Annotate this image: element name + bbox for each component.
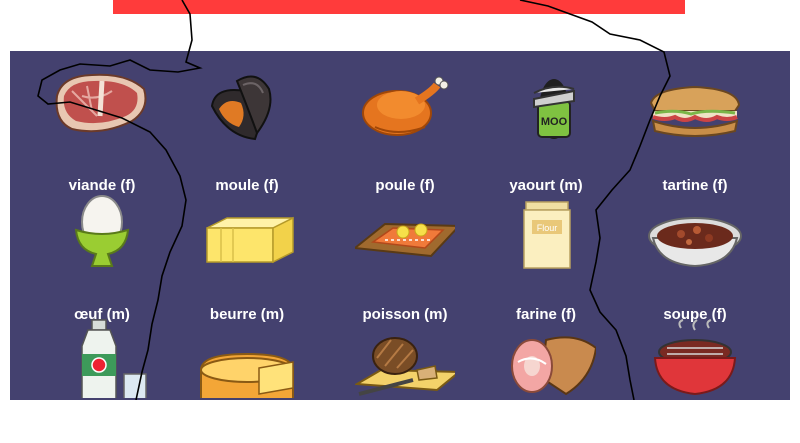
vocab-card-row3-1 [27, 318, 177, 443]
flour-bag-icon: Flour [523, 201, 571, 269]
mussel-icon [210, 75, 272, 141]
cheese-wheel-icon [200, 352, 294, 398]
steak-icon [55, 73, 147, 133]
vocab-card-yaourt: MOO yaourt (m) [471, 61, 621, 194]
milk-bottle-icon [81, 319, 147, 398]
egg-cup-icon [74, 195, 130, 267]
yogurt-pot-text: MOO [541, 116, 568, 128]
vocab-card-moule: moule (f) [172, 61, 322, 194]
soup-bowl-icon [648, 217, 742, 268]
sandwich-icon [649, 85, 741, 137]
vocab-card-viande: viande (f) [27, 61, 177, 194]
vocab-card-row3-4 [471, 318, 621, 443]
grill-icon [653, 319, 737, 396]
vocab-card-farine: Flour farine (f) [471, 190, 621, 323]
vocab-card-poisson: poisson (m) [330, 190, 480, 323]
vocab-card-row3-5 [620, 318, 770, 443]
vocab-card-oeuf: œuf (m) [27, 190, 177, 323]
title-banner [113, 0, 685, 14]
ham-leg-icon [511, 336, 596, 396]
vocab-card-poule: poule (f) [330, 61, 480, 194]
vocab-card-row3-3 [330, 318, 480, 443]
bread-board-icon [355, 337, 455, 396]
vocab-card-beurre: beurre (m) [172, 190, 322, 323]
butter-icon [206, 216, 294, 264]
salmon-fillet-icon [355, 222, 455, 258]
yogurt-pot-icon: MOO [533, 79, 575, 139]
vocab-card-tartine: tartine (f) [620, 61, 770, 194]
vocab-card-soupe: soupe (f) [620, 190, 770, 323]
vocab-card-row3-2 [172, 318, 322, 443]
roast-chicken-icon [362, 76, 449, 136]
flour-bag-text: Flour [537, 223, 558, 233]
